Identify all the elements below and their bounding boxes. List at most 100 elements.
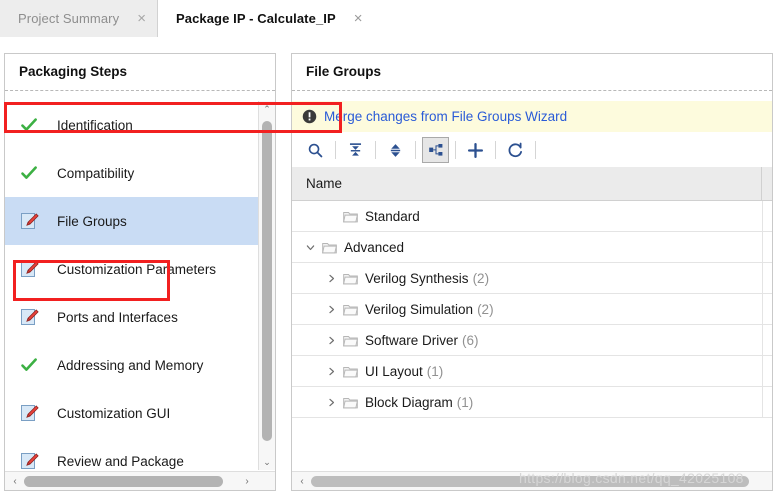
chevron-right-icon[interactable] bbox=[324, 333, 338, 347]
edit-icon bbox=[19, 307, 39, 327]
column-header-second bbox=[761, 167, 772, 200]
info-exclamation-icon bbox=[302, 109, 317, 124]
tab-label: Package IP - Calculate_IP bbox=[175, 11, 336, 26]
column-separator bbox=[762, 325, 763, 356]
column-separator bbox=[762, 232, 763, 263]
scroll-left-icon[interactable]: ‹ bbox=[7, 472, 23, 490]
edit-icon bbox=[19, 403, 39, 423]
panel-title: Packaging Steps bbox=[19, 64, 128, 79]
sidebar-item-label: Compatibility bbox=[57, 165, 135, 181]
sidebar-item-label: Review and Package bbox=[57, 453, 184, 469]
folder-icon bbox=[343, 272, 358, 285]
chevron-right-icon[interactable] bbox=[324, 364, 338, 378]
tree-item-count: (2) bbox=[472, 270, 490, 286]
search-icon[interactable] bbox=[302, 137, 329, 163]
table-row[interactable]: UI Layout (1) bbox=[292, 356, 772, 387]
toolbar-separator bbox=[535, 141, 536, 159]
tree-item-label: Advanced bbox=[344, 239, 405, 255]
sidebar-item-customization-gui[interactable]: Customization GUI bbox=[5, 389, 258, 437]
vivado-package-ip-window: Project Summary × Package IP - Calculate… bbox=[0, 0, 777, 503]
chevron-right-icon[interactable] bbox=[324, 302, 338, 316]
close-icon[interactable]: × bbox=[354, 11, 363, 26]
edit-icon bbox=[19, 259, 39, 279]
sidebar-item-label: Customization GUI bbox=[57, 405, 171, 421]
scroll-right-icon[interactable]: › bbox=[239, 472, 255, 490]
packaging-steps-list: Identification Compatibility File Groups… bbox=[5, 101, 275, 470]
merge-changes-link[interactable]: Merge changes from File Groups Wizard bbox=[324, 109, 567, 124]
twisty-placeholder bbox=[324, 209, 338, 223]
file-groups-tree[interactable]: Standard Advanced Verilog Synthesis (2) … bbox=[292, 201, 772, 471]
tree-horizontal-scrollbar[interactable]: ‹ bbox=[292, 471, 772, 490]
sidebar-item-label: Ports and Interfaces bbox=[57, 309, 178, 325]
check-icon bbox=[19, 163, 39, 183]
merge-changes-banner: Merge changes from File Groups Wizard bbox=[292, 101, 772, 132]
column-separator bbox=[762, 356, 763, 387]
steps-vertical-scrollbar[interactable]: ⌃ ⌄ bbox=[258, 101, 275, 470]
sidebar-item-review-and-package[interactable]: Review and Package bbox=[5, 437, 258, 470]
expand-collapse-icon[interactable] bbox=[382, 137, 409, 163]
chevron-right-icon[interactable] bbox=[324, 271, 338, 285]
table-row[interactable]: Verilog Simulation (2) bbox=[292, 294, 772, 325]
folder-icon bbox=[343, 210, 358, 223]
tree-item-count: (1) bbox=[426, 363, 444, 379]
file-groups-panel: File Groups Merge changes from File Grou… bbox=[291, 53, 773, 491]
toolbar-separator bbox=[335, 141, 336, 159]
table-row[interactable]: Standard bbox=[292, 201, 772, 232]
tree-item-label: Standard bbox=[365, 208, 420, 224]
tree-item-label: Verilog Synthesis bbox=[365, 270, 469, 286]
column-separator bbox=[762, 387, 763, 418]
sidebar-item-addressing-and-memory[interactable]: Addressing and Memory bbox=[5, 341, 258, 389]
panel-title: File Groups bbox=[306, 64, 382, 79]
scroll-down-icon[interactable]: ⌄ bbox=[259, 454, 275, 470]
chevron-right-icon[interactable] bbox=[324, 395, 338, 409]
tab-bar: Project Summary × Package IP - Calculate… bbox=[0, 0, 777, 37]
sidebar-item-identification[interactable]: Identification bbox=[5, 101, 258, 149]
tree-item-label: Verilog Simulation bbox=[365, 301, 474, 317]
tree-item-count: (2) bbox=[477, 301, 494, 317]
packaging-steps-panel: Packaging Steps Identification Compatibi… bbox=[4, 53, 276, 491]
table-row[interactable]: Block Diagram (1) bbox=[292, 387, 772, 418]
tree-item-count: (6) bbox=[462, 332, 479, 348]
folder-icon bbox=[343, 396, 358, 409]
close-icon[interactable]: × bbox=[137, 11, 146, 26]
column-separator bbox=[762, 263, 763, 294]
file-groups-toolbar bbox=[292, 133, 772, 167]
column-separator bbox=[762, 294, 763, 325]
edit-icon bbox=[19, 211, 39, 231]
tree-item-label: Software Driver bbox=[365, 332, 459, 348]
hierarchy-icon[interactable] bbox=[422, 137, 449, 163]
scrollbar-thumb[interactable] bbox=[311, 476, 749, 487]
sidebar-item-customization-parameters[interactable]: Customization Parameters bbox=[5, 245, 258, 293]
scrollbar-thumb[interactable] bbox=[262, 121, 272, 441]
folder-icon bbox=[343, 303, 358, 316]
column-separator bbox=[762, 201, 763, 232]
scroll-left-icon[interactable]: ‹ bbox=[294, 472, 310, 490]
folder-icon bbox=[322, 241, 337, 254]
sidebar-item-ports-and-interfaces[interactable]: Ports and Interfaces bbox=[5, 293, 258, 341]
divider bbox=[5, 90, 275, 91]
table-row[interactable]: Software Driver (6) bbox=[292, 325, 772, 356]
toolbar-separator bbox=[455, 141, 456, 159]
tab-package-ip[interactable]: Package IP - Calculate_IP × bbox=[157, 0, 374, 37]
check-icon bbox=[19, 115, 39, 135]
column-header-name[interactable]: Name bbox=[292, 176, 761, 191]
scroll-up-icon[interactable]: ⌃ bbox=[259, 101, 275, 117]
tab-label: Project Summary bbox=[18, 11, 120, 26]
tab-project-summary[interactable]: Project Summary × bbox=[0, 0, 158, 37]
table-row[interactable]: Advanced bbox=[292, 232, 772, 263]
sidebar-item-file-groups[interactable]: File Groups bbox=[5, 197, 258, 245]
tree-item-label: UI Layout bbox=[365, 363, 423, 379]
table-row[interactable]: Verilog Synthesis (2) bbox=[292, 263, 772, 294]
scrollbar-thumb[interactable] bbox=[24, 476, 223, 487]
steps-horizontal-scrollbar[interactable]: ‹ › bbox=[5, 471, 275, 490]
chevron-down-icon[interactable] bbox=[303, 240, 317, 254]
toolbar-separator bbox=[375, 141, 376, 159]
collapse-all-icon[interactable] bbox=[342, 137, 369, 163]
folder-icon bbox=[343, 334, 358, 347]
sidebar-item-label: Identification bbox=[57, 117, 133, 133]
toolbar-separator bbox=[415, 141, 416, 159]
sidebar-item-compatibility[interactable]: Compatibility bbox=[5, 149, 258, 197]
check-icon bbox=[19, 355, 39, 375]
add-icon[interactable] bbox=[462, 137, 489, 163]
refresh-icon[interactable] bbox=[502, 137, 529, 163]
